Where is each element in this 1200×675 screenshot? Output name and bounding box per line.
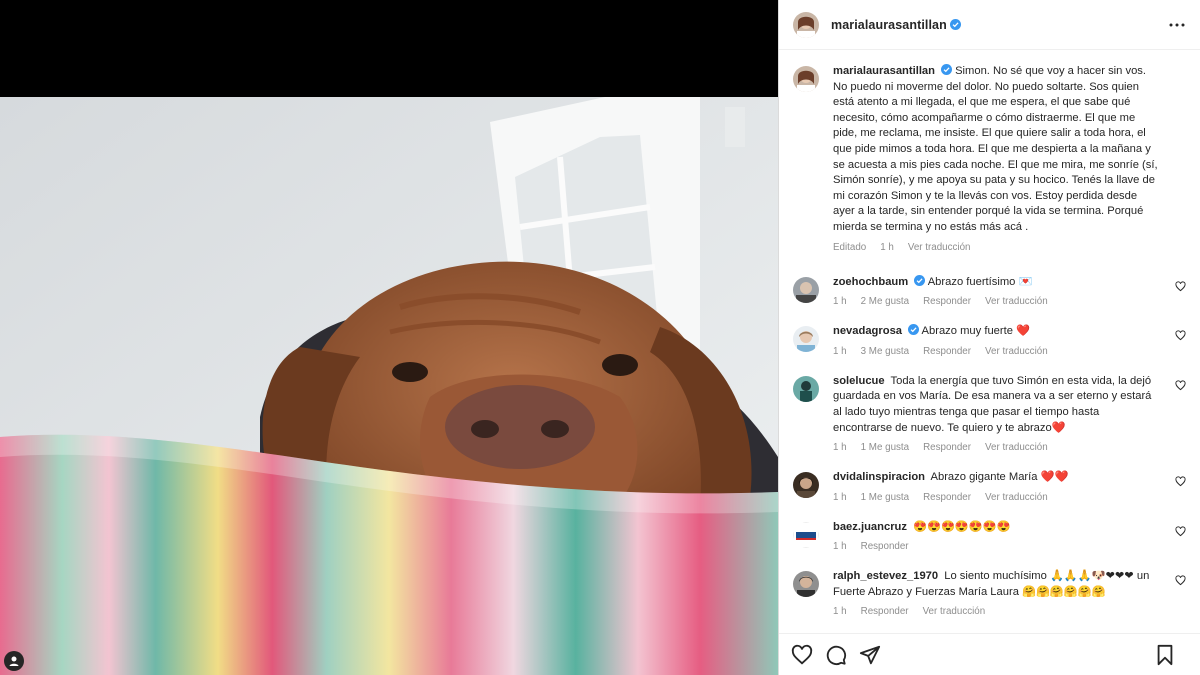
comment-username[interactable]: dvidalinspiracion — [833, 471, 925, 483]
translate-link[interactable]: Ver traducción — [985, 442, 1048, 453]
comment-username[interactable]: ralph_estevez_1970 — [833, 570, 938, 582]
caption-text: Simon. No sé que voy a hacer sin vos. No… — [833, 65, 1158, 233]
reply-button[interactable]: Responder — [923, 346, 971, 357]
comment-text: Abrazo muy fuerte — [921, 325, 1013, 338]
verified-badge-icon — [949, 19, 961, 30]
comment-time[interactable]: 1 h — [833, 442, 847, 453]
caption-time[interactable]: 1 h — [880, 242, 894, 253]
comment-time[interactable]: 1 h — [833, 346, 847, 357]
comment-button[interactable] — [825, 644, 847, 666]
commenter-avatar[interactable] — [793, 571, 819, 598]
comment-item: zoehochbaum Abrazo fuertísimo 💌 1 h 2 Me… — [793, 274, 1186, 307]
edited-label: Editado — [833, 241, 867, 253]
comment-username[interactable]: solelucue — [833, 375, 885, 387]
comment-emoji: 😍😍😍😍😍😍😍 — [913, 520, 1011, 533]
post-action-bar — [779, 633, 1200, 675]
post-media — [0, 0, 778, 675]
comment-like-heart-icon[interactable] — [1175, 280, 1186, 292]
comment-item: ralph_estevez_1970 Lo siento muchísimo 🙏… — [793, 569, 1186, 617]
translate-link[interactable]: Ver traducción — [908, 242, 971, 253]
like-button[interactable] — [791, 644, 813, 666]
comment-username[interactable]: zoehochbaum — [833, 276, 908, 288]
verified-badge-icon — [940, 64, 952, 75]
commenter-avatar[interactable] — [793, 276, 819, 303]
more-icon[interactable] — [1168, 16, 1186, 34]
comment-time[interactable]: 1 h — [833, 296, 847, 307]
comment-emoji: 💌 — [1018, 275, 1033, 288]
comment-like-heart-icon[interactable] — [1175, 575, 1186, 586]
translate-link[interactable]: Ver traducción — [985, 296, 1048, 307]
author-username[interactable]: marialaurasantillan — [831, 18, 947, 32]
translate-link[interactable]: Ver traducción — [985, 346, 1048, 357]
author-avatar[interactable] — [793, 66, 819, 92]
reply-button[interactable]: Responder — [923, 442, 971, 453]
comment-like-heart-icon[interactable] — [1175, 380, 1186, 391]
verified-badge-icon — [908, 324, 920, 336]
commenter-avatar[interactable] — [793, 326, 819, 353]
commenter-avatar[interactable] — [793, 472, 819, 499]
comment-item: baez.juancruz 😍😍😍😍😍😍😍 1 h Responder — [793, 520, 1186, 552]
caption-username[interactable]: marialaurasantillan — [833, 65, 935, 77]
comment-emoji: ❤️ — [1051, 421, 1066, 434]
comment-username[interactable]: baez.juancruz — [833, 521, 907, 533]
comment-emoji: ❤️❤️ — [1040, 471, 1069, 484]
reply-button[interactable]: Responder — [923, 296, 971, 307]
comment-emoji: ❤️ — [1016, 325, 1030, 338]
comment-time[interactable]: 1 h — [833, 606, 847, 617]
comment-text: Abrazo gigante María — [930, 471, 1038, 484]
save-button[interactable] — [1154, 644, 1176, 666]
post-photo[interactable] — [0, 97, 778, 675]
comment-likes[interactable]: 1 Me gusta — [861, 492, 909, 503]
comments-list[interactable]: marialaurasantillan Simon. No sé que voy… — [779, 51, 1200, 633]
comment-time[interactable]: 1 h — [833, 541, 847, 552]
verified-badge-icon — [914, 274, 926, 286]
post-caption: marialaurasantillan Simon. No sé que voy… — [793, 51, 1186, 253]
comment-emoji: 🤗🤗🤗🤗🤗🤗 — [1022, 585, 1106, 598]
dog-photo-illustration — [0, 97, 778, 675]
reply-button[interactable]: Responder — [923, 492, 971, 503]
comment-like-heart-icon[interactable] — [1175, 526, 1186, 537]
commenter-avatar[interactable] — [793, 521, 819, 548]
commenter-avatar[interactable] — [793, 375, 819, 402]
reply-button[interactable]: Responder — [861, 541, 909, 552]
comment-likes[interactable]: 1 Me gusta — [861, 442, 909, 453]
author-avatar[interactable] — [793, 11, 819, 38]
translate-link[interactable]: Ver traducción — [985, 492, 1048, 503]
translate-link[interactable]: Ver traducción — [923, 606, 986, 617]
comment-likes[interactable]: 3 Me gusta — [861, 346, 909, 357]
comment-time[interactable]: 1 h — [833, 492, 847, 503]
heart-icon — [791, 644, 813, 664]
comment-icon — [826, 645, 847, 665]
post-header: marialaurasantillan — [779, 0, 1200, 50]
reply-button[interactable]: Responder — [861, 606, 909, 617]
comment-item: solelucue Toda la energía que tuvo Simón… — [793, 374, 1186, 453]
tagged-user-button[interactable] — [4, 651, 24, 671]
comment-item: dvidalinspiracion Abrazo gigante María ❤… — [793, 470, 1186, 503]
comment-likes[interactable]: 2 Me gusta — [861, 296, 909, 307]
post-side-panel: marialaurasantillan marialaurasantillan … — [778, 0, 1200, 675]
share-icon — [859, 645, 881, 664]
bookmark-icon — [1157, 644, 1173, 666]
comment-like-heart-icon[interactable] — [1175, 476, 1186, 487]
comment-username[interactable]: nevadagrosa — [833, 325, 902, 337]
comment-like-heart-icon[interactable] — [1175, 330, 1186, 341]
user-icon — [9, 656, 19, 666]
comment-text: Abrazo fuertísimo — [927, 275, 1016, 288]
share-button[interactable] — [859, 644, 881, 666]
comment-item: nevadagrosa Abrazo muy fuerte ❤️ 1 h 3 M… — [793, 324, 1186, 357]
